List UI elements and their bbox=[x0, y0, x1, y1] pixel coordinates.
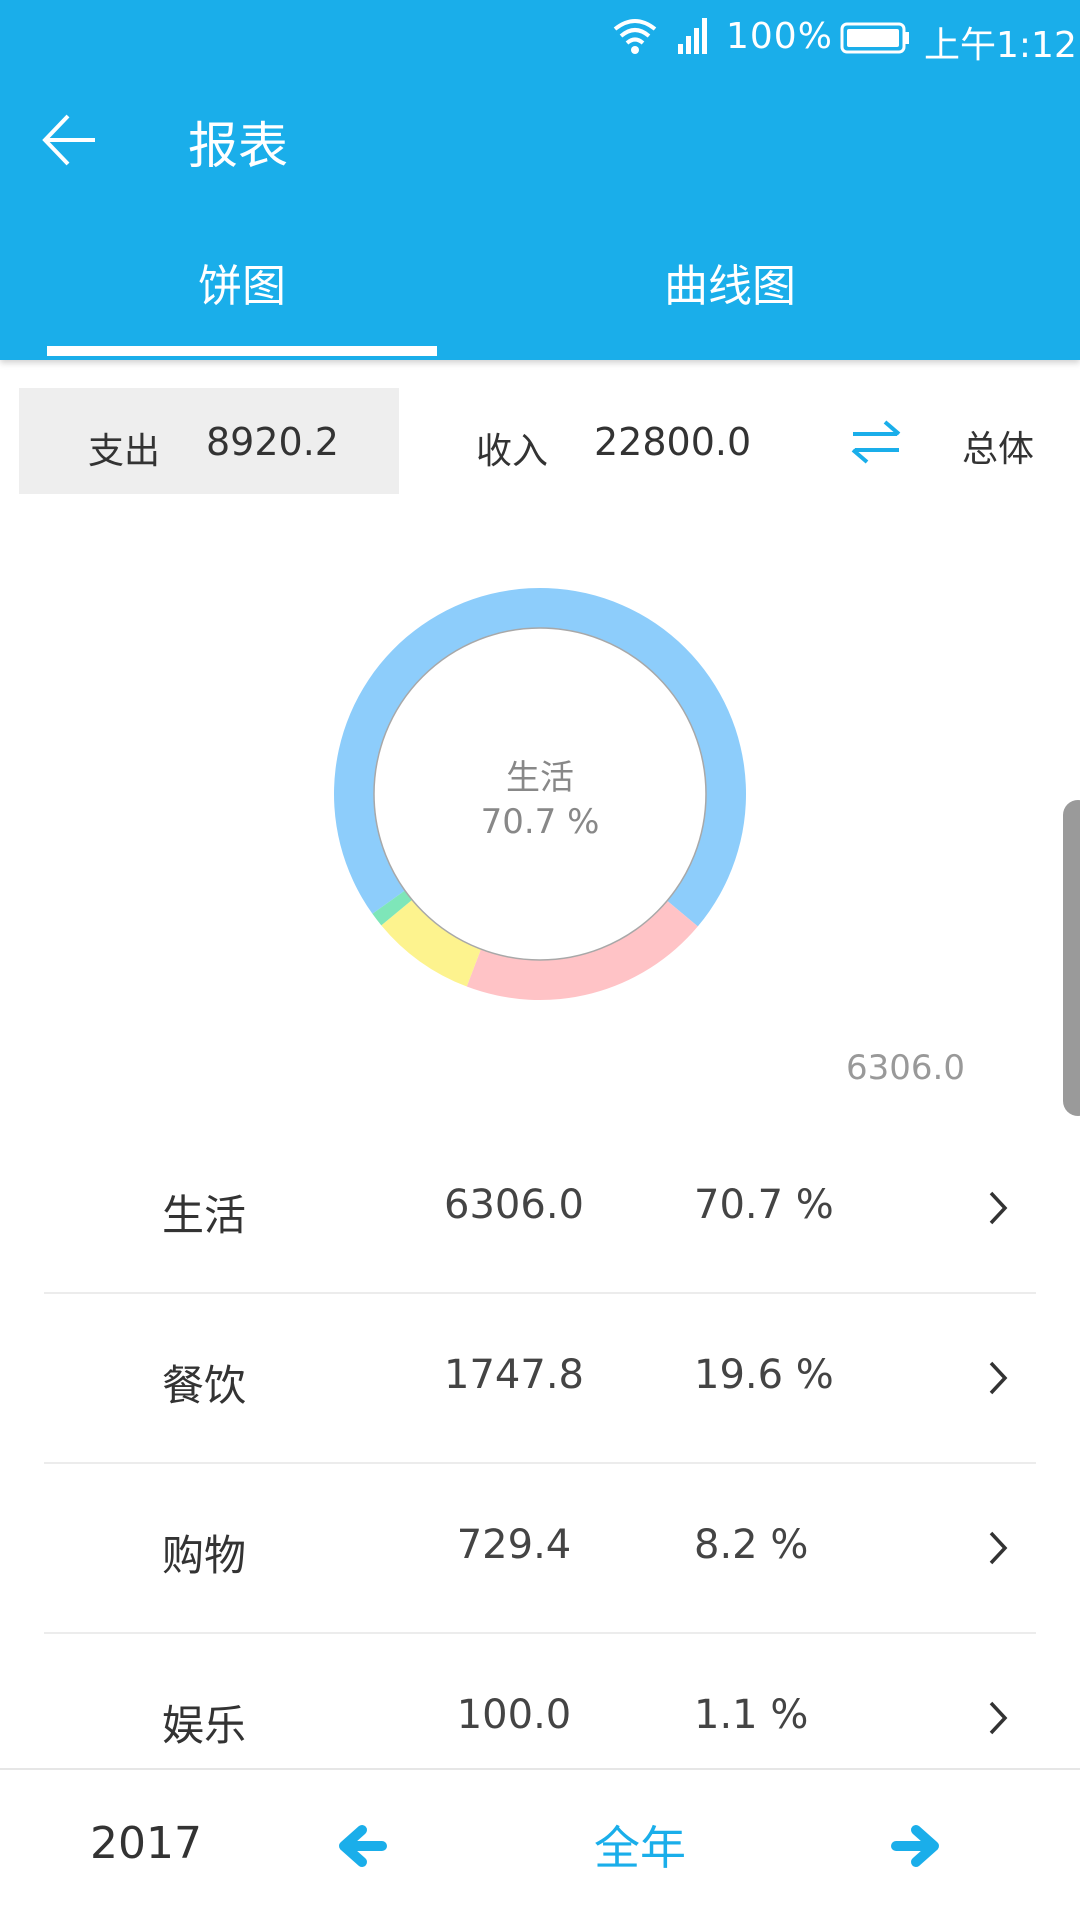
swap-button[interactable] bbox=[845, 412, 907, 472]
total-button[interactable]: 总体 bbox=[962, 420, 1034, 472]
tab-pie[interactable]: 饼图 bbox=[47, 232, 437, 360]
wifi-icon bbox=[612, 16, 658, 65]
chart-value-label: 6306.0 bbox=[846, 1048, 965, 1088]
page-title: 报表 bbox=[188, 117, 288, 175]
category-name: 购物 bbox=[162, 1531, 247, 1580]
arrow-left-bold-icon bbox=[334, 1825, 390, 1878]
year-label: 2017 bbox=[90, 1818, 202, 1869]
tab-curve-label: 曲线图 bbox=[664, 261, 796, 312]
chart-center-label: 生活 bbox=[506, 758, 574, 798]
next-period-button[interactable] bbox=[888, 1818, 944, 1874]
category-percent: 19.6 % bbox=[694, 1352, 834, 1398]
swap-arrows-icon bbox=[845, 420, 907, 476]
category-percent: 8.2 % bbox=[694, 1522, 809, 1568]
expense-label: 支出 bbox=[88, 431, 161, 472]
previous-period-button[interactable] bbox=[334, 1818, 390, 1874]
list-item[interactable]: 生活 6306.0 70.7 % bbox=[44, 1124, 1036, 1294]
tab-pie-label: 饼图 bbox=[198, 261, 286, 312]
chevron-right-icon bbox=[988, 1360, 1008, 1400]
income-label: 收入 bbox=[476, 431, 549, 472]
signal-icon bbox=[676, 16, 710, 65]
battery-icon bbox=[840, 22, 910, 63]
category-name: 生活 bbox=[162, 1191, 247, 1240]
tab-indicator bbox=[47, 346, 437, 356]
battery-percent: 100% bbox=[726, 16, 833, 57]
category-name: 娱乐 bbox=[162, 1701, 247, 1750]
category-amount: 1747.8 bbox=[444, 1352, 584, 1398]
arrow-left-icon bbox=[40, 114, 100, 174]
list-item[interactable]: 餐饮 1747.8 19.6 % bbox=[44, 1294, 1036, 1464]
tab-curve[interactable]: 曲线图 bbox=[530, 232, 930, 360]
status-bar: 100% 上午1:12 bbox=[0, 0, 1080, 76]
expense-value: 8920.2 bbox=[206, 420, 339, 464]
category-percent: 1.1 % bbox=[694, 1692, 809, 1738]
category-percent: 70.7 % bbox=[694, 1182, 834, 1228]
list-item[interactable]: 购物 729.4 8.2 % bbox=[44, 1464, 1036, 1634]
category-amount: 100.0 bbox=[456, 1692, 572, 1738]
category-amount: 729.4 bbox=[456, 1522, 572, 1568]
side-drawer-handle[interactable] bbox=[1063, 800, 1080, 1116]
chevron-right-icon bbox=[988, 1700, 1008, 1740]
income-value: 22800.0 bbox=[594, 420, 752, 464]
arrow-right-bold-icon bbox=[888, 1825, 944, 1878]
status-time: 上午1:12 bbox=[924, 25, 1077, 66]
back-button[interactable] bbox=[40, 100, 150, 180]
chevron-right-icon bbox=[988, 1530, 1008, 1570]
chart-center-percent: 70.7 % bbox=[480, 802, 600, 842]
app-bar: 100% 上午1:12 报表 饼图 曲线图 bbox=[0, 0, 1080, 360]
chevron-right-icon bbox=[988, 1190, 1008, 1230]
period-selector[interactable]: 全年 bbox=[560, 1812, 720, 1878]
category-name: 餐饮 bbox=[162, 1361, 247, 1410]
category-amount: 6306.0 bbox=[444, 1182, 584, 1228]
